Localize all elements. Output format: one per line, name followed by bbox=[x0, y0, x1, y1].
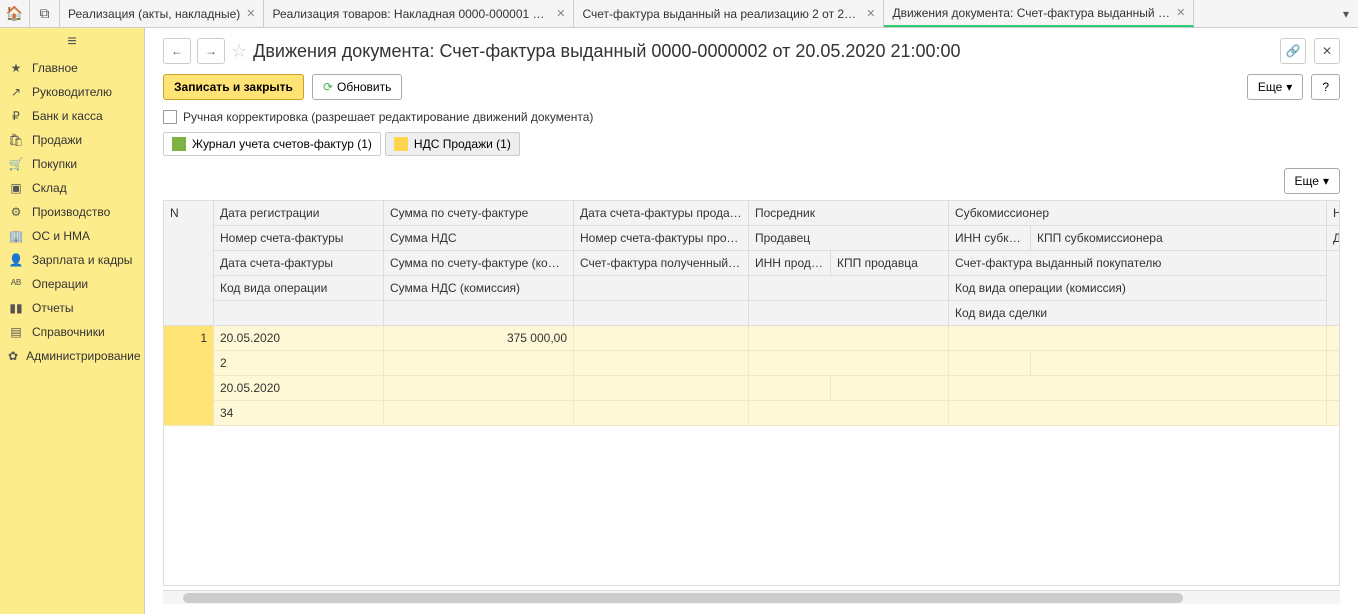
close-panel-icon[interactable]: ✕ bbox=[1314, 38, 1340, 64]
manual-edit-checkbox[interactable] bbox=[163, 110, 177, 124]
sidebar-item-production[interactable]: ⚙Производство bbox=[0, 200, 144, 224]
cell-invoice-num[interactable]: 2 bbox=[214, 351, 384, 376]
forward-button[interactable]: → bbox=[197, 38, 225, 64]
menu-icon[interactable]: ≡ bbox=[0, 28, 144, 56]
home-icon[interactable]: 🏠 bbox=[0, 0, 30, 27]
favorite-icon[interactable]: ☆ bbox=[231, 41, 247, 62]
col-sub[interactable]: Субкомиссионер bbox=[949, 201, 1327, 226]
tab-0[interactable]: Реализация (акты, накладные)✕ bbox=[60, 0, 264, 27]
chevron-down-icon: ▾ bbox=[1323, 174, 1329, 188]
data-grid[interactable]: N Дата регистрации Сумма по счету-фактур… bbox=[164, 201, 1339, 426]
close-icon[interactable]: ✕ bbox=[556, 7, 565, 20]
sidebar-item-reports[interactable]: ▮▮Отчеты bbox=[0, 296, 144, 320]
sidebar-item-bank[interactable]: ₽Банк и касса bbox=[0, 104, 144, 128]
col-seller-date[interactable]: Дата счета-фактуры продавца bbox=[574, 201, 749, 226]
table-icon bbox=[394, 137, 408, 151]
subtab-nds-sales[interactable]: НДС Продажи (1) bbox=[385, 132, 520, 156]
money-icon: ₽ bbox=[8, 109, 24, 123]
bag-icon: 🛍 bbox=[8, 133, 24, 147]
col-n[interactable]: N bbox=[164, 201, 214, 326]
refresh-icon: ⟳ bbox=[323, 80, 333, 94]
sidebar-item-catalogs[interactable]: ▤Справочники bbox=[0, 320, 144, 344]
more-button[interactable]: Еще▾ bbox=[1247, 74, 1303, 100]
close-icon[interactable]: ✕ bbox=[246, 7, 255, 20]
sidebar-item-operations[interactable]: ᴬᴮОперации bbox=[0, 272, 144, 296]
main-area: ← → ☆ Движения документа: Счет-фактура в… bbox=[145, 28, 1358, 614]
tab-1[interactable]: Реализация товаров: Накладная 0000-00000… bbox=[264, 0, 574, 27]
tab-more-icon[interactable]: ▾ bbox=[1334, 0, 1358, 27]
grid-row-num[interactable]: 1 bbox=[164, 326, 214, 426]
sidebar: ≡ ★Главное ↗Руководителю ₽Банк и касса 🛍… bbox=[0, 28, 145, 614]
chevron-down-icon: ▾ bbox=[1286, 80, 1292, 94]
box-icon: ▣ bbox=[8, 181, 24, 195]
bars-icon: ▮▮ bbox=[8, 301, 24, 315]
col-reg-date[interactable]: Дата регистрации bbox=[214, 201, 384, 226]
tab-2[interactable]: Счет-фактура выданный на реализацию 2 от… bbox=[574, 0, 884, 27]
horizontal-scrollbar[interactable] bbox=[163, 590, 1340, 604]
cell-invoice-date[interactable]: 20.05.2020 bbox=[214, 376, 384, 401]
help-button[interactable]: ? bbox=[1311, 74, 1340, 100]
close-icon[interactable]: ✕ bbox=[866, 7, 875, 20]
cell-op-code[interactable]: 34 bbox=[214, 401, 384, 426]
sidebar-item-purchases[interactable]: 🛒Покупки bbox=[0, 152, 144, 176]
subtab-journal[interactable]: Журнал учета счетов-фактур (1) bbox=[163, 132, 381, 156]
factory-icon: ⚙ bbox=[8, 205, 24, 219]
grid-more-button[interactable]: Еще▾ bbox=[1284, 168, 1340, 194]
sidebar-item-manager[interactable]: ↗Руководителю bbox=[0, 80, 144, 104]
book-icon: ▤ bbox=[8, 325, 24, 339]
star-icon: ★ bbox=[8, 61, 24, 75]
sidebar-item-assets[interactable]: 🏢ОС и НМА bbox=[0, 224, 144, 248]
sidebar-item-salary[interactable]: 👤Зарплата и кадры bbox=[0, 248, 144, 272]
sidebar-item-sales[interactable]: 🛍Продажи bbox=[0, 128, 144, 152]
tab-3[interactable]: Движения документа: Счет-фактура выданны… bbox=[884, 0, 1194, 27]
building-icon: 🏢 bbox=[8, 229, 24, 243]
manual-edit-label: Ручная корректировка (разрешает редактир… bbox=[183, 110, 593, 124]
topbar: 🏠 ⧉ Реализация (акты, накладные)✕ Реализ… bbox=[0, 0, 1358, 28]
back-button[interactable]: ← bbox=[163, 38, 191, 64]
table-icon bbox=[172, 137, 186, 151]
col-corr-num[interactable]: Номер испр bbox=[1327, 201, 1339, 226]
sidebar-item-main[interactable]: ★Главное bbox=[0, 56, 144, 80]
person-icon: 👤 bbox=[8, 253, 24, 267]
sidebar-item-warehouse[interactable]: ▣Склад bbox=[0, 176, 144, 200]
cell-reg-date[interactable]: 20.05.2020 bbox=[214, 326, 384, 351]
col-sum[interactable]: Сумма по счету-фактуре bbox=[384, 201, 574, 226]
gear-icon: ✿ bbox=[8, 349, 18, 363]
chart-icon: ↗ bbox=[8, 85, 24, 99]
ops-icon: ᴬᴮ bbox=[8, 277, 24, 291]
cell-sum[interactable]: 375 000,00 bbox=[384, 326, 574, 351]
col-intermediary[interactable]: Посредник bbox=[749, 201, 949, 226]
cart-icon: 🛒 bbox=[8, 157, 24, 171]
save-close-button[interactable]: Записать и закрыть bbox=[163, 74, 304, 100]
sidebar-item-admin[interactable]: ✿Администрирование bbox=[0, 344, 144, 368]
close-icon[interactable]: ✕ bbox=[1176, 6, 1185, 19]
windows-icon[interactable]: ⧉ bbox=[30, 0, 60, 27]
refresh-button[interactable]: ⟳Обновить bbox=[312, 74, 402, 100]
page-title: Движения документа: Счет-фактура выданны… bbox=[253, 41, 960, 62]
link-icon[interactable]: 🔗 bbox=[1280, 38, 1306, 64]
